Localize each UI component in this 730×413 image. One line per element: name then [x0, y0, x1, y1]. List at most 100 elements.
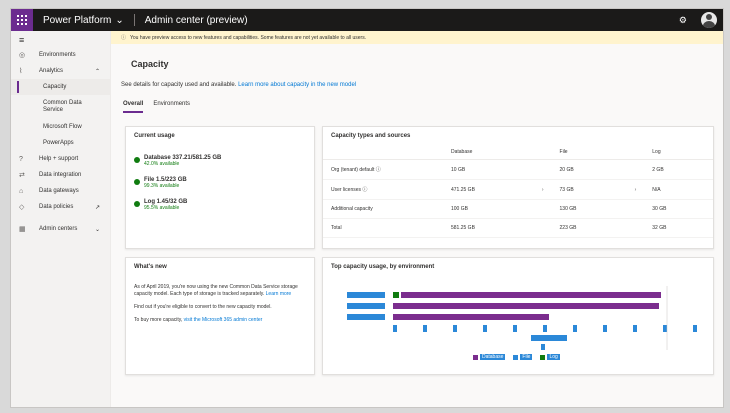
- table-cell: 30 GB: [644, 199, 713, 219]
- environment-label-box[interactable]: [347, 314, 385, 320]
- environment-label-box[interactable]: [347, 292, 385, 298]
- bar-file[interactable]: [633, 325, 637, 332]
- sidebar-item-help[interactable]: ? Help + support: [11, 151, 110, 167]
- bar-file[interactable]: [573, 325, 577, 332]
- waffle-grid-icon: [17, 15, 27, 25]
- sidebar-subitem-powerapps[interactable]: PowerApps: [11, 135, 110, 151]
- sidebar-subitem-flow[interactable]: Microsoft Flow: [11, 119, 110, 135]
- usage-row-log: Log 1.45/32 GB 95.5% available: [126, 197, 314, 213]
- legend-label: Log: [547, 354, 560, 360]
- bar-file[interactable]: [393, 325, 397, 332]
- info-icon: ⓘ: [121, 35, 127, 41]
- cell-text: Org (tenant) default: [331, 167, 375, 173]
- chevron-right-icon[interactable]: ›: [626, 179, 645, 200]
- chart-icon: ⌇: [19, 68, 23, 75]
- table-cell: 471.25 GB: [443, 179, 534, 200]
- top-capacity-chart-card: Top capacity usage, by environment Datab…: [322, 257, 714, 375]
- check-circle-icon: [134, 157, 140, 163]
- globe-icon: ◎: [19, 52, 26, 59]
- chevron-up-icon: ⌃: [94, 68, 100, 75]
- sidebar-item-label: Data integration: [39, 172, 82, 178]
- environment-label-box[interactable]: [531, 335, 567, 341]
- whats-new-card: What's new As of April 2019, you're now …: [125, 257, 315, 375]
- legend-label: Database: [480, 354, 506, 360]
- legend-item-file[interactable]: File: [513, 354, 533, 360]
- banner-text: You have preview access to new features …: [130, 34, 367, 41]
- help-icon: ?: [19, 155, 23, 163]
- bar-file[interactable]: [543, 325, 547, 332]
- chevron-right-icon[interactable]: ›: [533, 179, 552, 200]
- app-launcher-icon[interactable]: [11, 9, 33, 31]
- table-cell: 130 GB: [551, 199, 627, 219]
- user-avatar[interactable]: [701, 12, 717, 28]
- learn-more-link[interactable]: Learn more about capacity in the new mod…: [238, 82, 356, 88]
- bar-log[interactable]: [393, 292, 399, 298]
- app-title: Admin center (preview): [144, 14, 248, 26]
- sidebar-item-admin-centers[interactable]: ▦ Admin centers ⌄: [11, 221, 110, 237]
- legend-swatch: [513, 354, 519, 360]
- sidebar-subitem-cds[interactable]: Common Data Service: [11, 95, 110, 119]
- current-usage-card: Current usage Database 337.21/581.25 GB …: [125, 126, 315, 249]
- bar-file[interactable]: [513, 325, 517, 332]
- cell-text: User licenses: [331, 187, 362, 193]
- bar-database[interactable]: [401, 292, 661, 298]
- legend-item-database[interactable]: Database: [473, 354, 506, 360]
- settings-gear-icon[interactable]: ⚙: [679, 15, 687, 26]
- whats-new-paragraph: To buy more capacity, visit the Microsof…: [126, 317, 314, 324]
- sidebar-item-data-policies[interactable]: ◇ Data policies ↗: [11, 199, 110, 215]
- admin-center-link[interactable]: visit the Microsoft 365 admin center: [184, 317, 263, 323]
- sidebar-subitem-label: PowerApps: [43, 140, 74, 146]
- tab-environments[interactable]: Environments: [153, 101, 190, 113]
- environment-label-box[interactable]: [347, 303, 385, 309]
- table-row: Org (tenant) default ⓘ 10 GB 20 GB 2 GB: [323, 159, 713, 180]
- hamburger-menu-icon[interactable]: ≡: [11, 31, 110, 47]
- chevron-down-icon: ⌄: [115, 14, 124, 26]
- legend-label: File: [520, 354, 533, 360]
- column-header: File: [551, 145, 627, 160]
- capacity-table: Database File Log Org (tenant) default ⓘ…: [323, 145, 713, 238]
- card-title: Capacity types and sources: [331, 133, 411, 139]
- sidebar-item-data-gateways[interactable]: ⌂ Data gateways: [11, 183, 110, 199]
- bar-file[interactable]: [603, 325, 607, 332]
- tab-overall[interactable]: Overall: [123, 101, 144, 113]
- sidebar-item-environments[interactable]: ◎ Environments: [11, 47, 110, 63]
- table-cell: 20 GB: [551, 159, 627, 180]
- column-header: [626, 145, 645, 160]
- table-cell: 10 GB: [443, 159, 534, 180]
- usage-available: 42.0% available: [144, 161, 180, 167]
- bar-file[interactable]: [453, 325, 457, 332]
- table-cell: [626, 218, 645, 238]
- whats-new-paragraph: Find out if you're eligible to convert t…: [134, 304, 272, 310]
- sidebar-subitem-capacity[interactable]: Capacity: [11, 79, 110, 95]
- bar-file[interactable]: [541, 344, 545, 350]
- bar-file[interactable]: [423, 325, 427, 332]
- legend-item-log[interactable]: Log: [540, 354, 560, 360]
- bar-database[interactable]: [393, 303, 659, 309]
- sidebar-item-analytics[interactable]: ⌇ Analytics ⌃: [11, 63, 110, 79]
- sidebar: ≡ ◎ Environments ⌇ Analytics ⌃ Capacity …: [11, 31, 111, 407]
- bar-file[interactable]: [693, 325, 697, 332]
- page-subtitle-text: See details for capacity used and availa…: [121, 82, 239, 88]
- bar-database[interactable]: [393, 314, 549, 320]
- bar-file[interactable]: [483, 325, 487, 332]
- top-bar: Power Platform ⌄ Admin center (preview) …: [11, 9, 723, 31]
- brand-switcher[interactable]: Power Platform ⌄: [43, 15, 124, 26]
- usage-available: 99.3% available: [144, 183, 180, 189]
- bar-file[interactable]: [663, 325, 667, 332]
- tab-bar: Overall Environments: [123, 101, 190, 113]
- table-row[interactable]: User licenses ⓘ 471.25 GB › 73 GB › N/A: [323, 179, 713, 200]
- info-icon[interactable]: ⓘ: [376, 167, 381, 173]
- brand-name: Power Platform: [43, 14, 112, 26]
- paragraph-text: To buy more capacity,: [134, 317, 184, 323]
- divider: [133, 14, 135, 26]
- sidebar-item-label: Environments: [39, 52, 76, 58]
- page-title: Capacity: [131, 59, 169, 69]
- row-label: Org (tenant) default ⓘ: [323, 159, 443, 180]
- table-cell: 100 GB: [443, 199, 534, 219]
- gateway-icon: ⌂: [19, 187, 24, 195]
- info-icon[interactable]: ⓘ: [362, 187, 367, 193]
- check-circle-icon: [134, 201, 140, 207]
- sidebar-item-data-integration[interactable]: ⇄ Data integration: [11, 167, 110, 183]
- learn-more-link[interactable]: Learn more: [266, 291, 292, 297]
- table-header-row: Database File Log: [323, 145, 713, 160]
